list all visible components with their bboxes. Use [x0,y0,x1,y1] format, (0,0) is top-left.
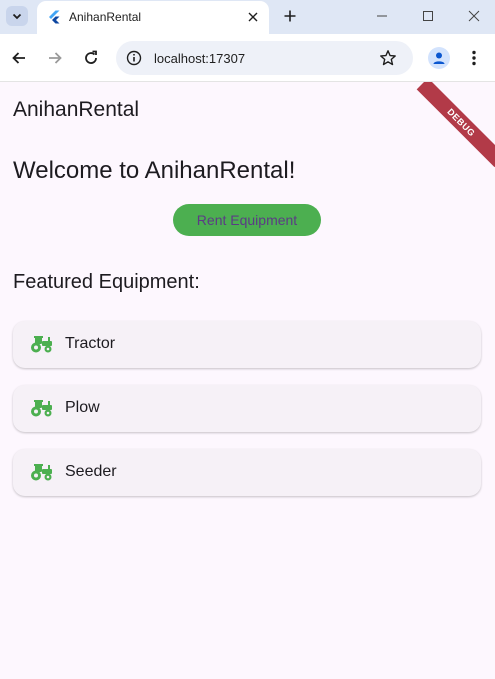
equipment-label: Seeder [65,463,117,480]
equipment-label: Plow [65,399,100,416]
equipment-card-seeder[interactable]: Seeder [13,449,481,496]
plus-icon [284,10,296,22]
maximize-button[interactable] [418,6,438,26]
tab-title: AnihanRental [69,10,142,24]
app-viewport: AnihanRental DEBUG Welcome to AnihanRent… [0,82,495,679]
back-button[interactable] [9,48,29,68]
browser-tab[interactable]: AnihanRental [37,1,269,34]
debug-banner: DEBUG [416,82,495,168]
reload-button[interactable] [81,48,101,68]
chevron-down-icon [12,13,22,20]
tractor-icon [31,464,52,481]
tab-search-button[interactable] [6,6,28,26]
new-tab-button[interactable] [280,6,300,26]
profile-avatar[interactable] [428,47,450,69]
close-tab-icon[interactable] [245,9,261,25]
equipment-label: Tractor [65,335,116,352]
address-bar[interactable]: localhost:17307 [116,41,413,75]
arrow-right-icon [49,52,62,64]
info-icon[interactable] [126,50,142,66]
browser-menu-button[interactable] [466,48,482,68]
app-bar-title: AnihanRental [13,98,140,121]
close-window-button[interactable] [464,6,484,26]
featured-equipment-heading: Featured Equipment: [13,271,200,293]
bookmark-star-icon[interactable] [379,49,397,67]
more-vertical-icon [472,50,476,66]
maximize-icon [423,11,433,21]
reload-icon [85,50,97,64]
browser-toolbar: localhost:17307 [0,34,495,82]
minimize-icon [377,15,387,17]
url-text[interactable]: localhost:17307 [154,51,245,66]
close-icon [468,10,480,22]
minimize-button[interactable] [372,6,392,26]
equipment-card-plow[interactable]: Plow [13,385,481,432]
arrow-left-icon [12,52,25,64]
flutter-icon [49,10,60,24]
browser-tab-strip: AnihanRental [0,0,495,34]
tractor-icon [31,336,52,353]
rent-equipment-button[interactable]: Rent Equipment [173,204,321,236]
welcome-heading: Welcome to AnihanRental! [13,157,296,184]
forward-button[interactable] [45,48,65,68]
person-icon [433,52,445,64]
tractor-icon [31,400,52,417]
equipment-card-tractor[interactable]: Tractor [13,321,481,368]
